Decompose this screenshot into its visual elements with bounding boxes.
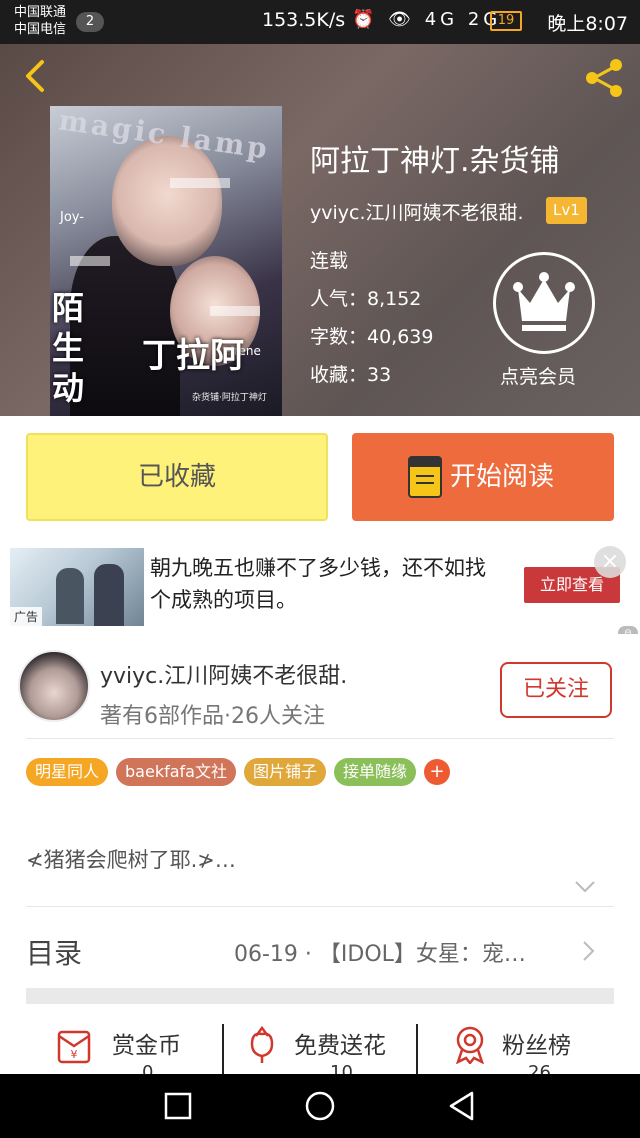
book-intro[interactable]: ≮猪猪会爬树了耶.≯… xyxy=(26,844,236,874)
level-badge: Lv1 xyxy=(546,197,587,224)
cover-glitch-bar xyxy=(210,306,260,316)
favorited-button[interactable]: 已收藏 xyxy=(26,433,328,521)
tag-pill[interactable]: 接单随缘 xyxy=(333,758,416,786)
ad-text[interactable]: 朝九晚五也赚不了多少钱，还不如找个成熟的项目。 xyxy=(150,552,500,616)
cover-glitch-bar xyxy=(70,256,110,266)
network-speed: 153.5K/s xyxy=(262,9,346,31)
book-title: 阿拉丁神灯.杂货铺 xyxy=(310,144,560,179)
ad-image[interactable]: 广告 xyxy=(10,548,144,626)
ad-banner[interactable]: 广告 朝九晚五也赚不了多少钱，还不如找个成熟的项目。 立即查看 × ⊖ xyxy=(0,540,640,640)
recent-apps-icon[interactable] xyxy=(162,1090,194,1122)
cover-name-left: Joy- xyxy=(60,210,84,225)
toc-label: 目录 xyxy=(26,937,83,970)
cover-main-text: 丁拉阿 xyxy=(142,336,244,376)
serial-status: 连载 xyxy=(310,250,349,272)
cover-small-text: 杂货铺·阿拉丁神灯 xyxy=(192,393,267,403)
cover-vertical-text: 陌生动 xyxy=(52,289,85,407)
share-icon[interactable] xyxy=(580,54,628,102)
avatar[interactable] xyxy=(18,650,90,722)
divider xyxy=(26,738,614,739)
carrier-2: 中国电信 xyxy=(14,22,67,37)
author-card: yviyc.江川阿姨不老很甜. 著有6部作品·26人关注 已关注 明星同人 bae… xyxy=(0,634,640,1083)
back-icon[interactable] xyxy=(446,1090,478,1122)
divider xyxy=(222,1024,224,1074)
status-icons: ⏰ 👁 4G 2G xyxy=(352,9,502,30)
notification-count: 2 xyxy=(76,12,104,32)
ad-close-icon[interactable]: × xyxy=(594,546,626,578)
word-count: 字数：40,639 xyxy=(310,326,434,348)
ad-tag: 广告 xyxy=(10,607,43,626)
ad-person-1 xyxy=(56,568,84,624)
book-icon xyxy=(408,456,442,498)
book-header: magic lamp Joy- -Irene 陌生动 丁拉阿 杂货铺·阿拉丁神灯… xyxy=(0,44,640,416)
fan-ranking-button[interactable]: 粉丝榜 26 xyxy=(452,1024,592,1083)
clock: 晚上8:07 xyxy=(547,13,628,35)
flower-icon xyxy=(250,1025,274,1063)
send-flowers-label: 免费送花 xyxy=(294,1033,386,1059)
tag-pill[interactable]: 图片铺子 xyxy=(243,758,326,786)
send-flowers-button[interactable]: 免费送花 10 xyxy=(244,1024,414,1083)
follow-button[interactable]: 已关注 xyxy=(500,662,612,718)
tag-list: 明星同人 baekfafa文社 图片铺子 接单随缘 + xyxy=(26,758,450,786)
divider xyxy=(26,906,614,907)
crown-icon xyxy=(513,272,575,331)
red-envelope-icon: ¥ xyxy=(57,1030,91,1064)
toc-latest-chapter: 06-19 · 【IDOL】女星：宠… xyxy=(234,942,526,967)
system-nav-bar xyxy=(0,1074,640,1138)
start-reading-label: 开始阅读 xyxy=(450,462,555,492)
reward-coins-button[interactable]: ¥ 赏金币 0 xyxy=(56,1024,206,1083)
battery-icon: 19 xyxy=(490,11,522,31)
chevron-right-icon xyxy=(583,941,595,961)
reward-coins-label: 赏金币 xyxy=(112,1033,181,1059)
action-bar: 已收藏 开始阅读 xyxy=(0,416,640,540)
author-stats: 著有6部作品·26人关注 xyxy=(100,704,325,729)
home-icon[interactable] xyxy=(304,1090,336,1122)
tag-pill[interactable]: 明星同人 xyxy=(26,758,109,786)
table-of-contents-row[interactable]: 目录 06-19 · 【IDOL】女星：宠… xyxy=(26,914,614,984)
popularity-count: 人气：8,152 xyxy=(310,288,422,310)
ad-person-2 xyxy=(94,564,124,626)
carrier-1: 中国联通 xyxy=(14,5,67,20)
cover-glitch-bar xyxy=(170,178,230,188)
add-tag-icon[interactable]: + xyxy=(424,759,450,785)
chevron-down-icon[interactable] xyxy=(574,880,596,894)
divider xyxy=(416,1024,418,1074)
section-separator xyxy=(26,988,614,1004)
tag-pill[interactable]: baekfafa文社 xyxy=(116,758,236,786)
carrier-info: 中国联通 中国电信 xyxy=(14,4,66,38)
vip-button[interactable] xyxy=(493,252,595,354)
fan-ranking-label: 粉丝榜 xyxy=(502,1033,571,1059)
back-arrow-icon[interactable] xyxy=(18,58,54,94)
medal-icon xyxy=(456,1026,484,1064)
book-author[interactable]: yviyc.江川阿姨不老很甜. xyxy=(310,198,524,225)
vip-label[interactable]: 点亮会员 xyxy=(500,362,576,389)
status-bar: 中国联通 中国电信 2 153.5K/s ⏰ 👁 4G 2G 19 晚上8:07 xyxy=(0,0,640,44)
author-name[interactable]: yviyc.江川阿姨不老很甜. xyxy=(100,658,347,690)
book-cover[interactable]: magic lamp Joy- -Irene 陌生动 丁拉阿 杂货铺·阿拉丁神灯 xyxy=(50,106,282,416)
start-reading-button[interactable]: 开始阅读 xyxy=(352,433,614,521)
svg-text:¥: ¥ xyxy=(71,1048,78,1061)
favorites-count: 收藏：33 xyxy=(310,364,392,386)
